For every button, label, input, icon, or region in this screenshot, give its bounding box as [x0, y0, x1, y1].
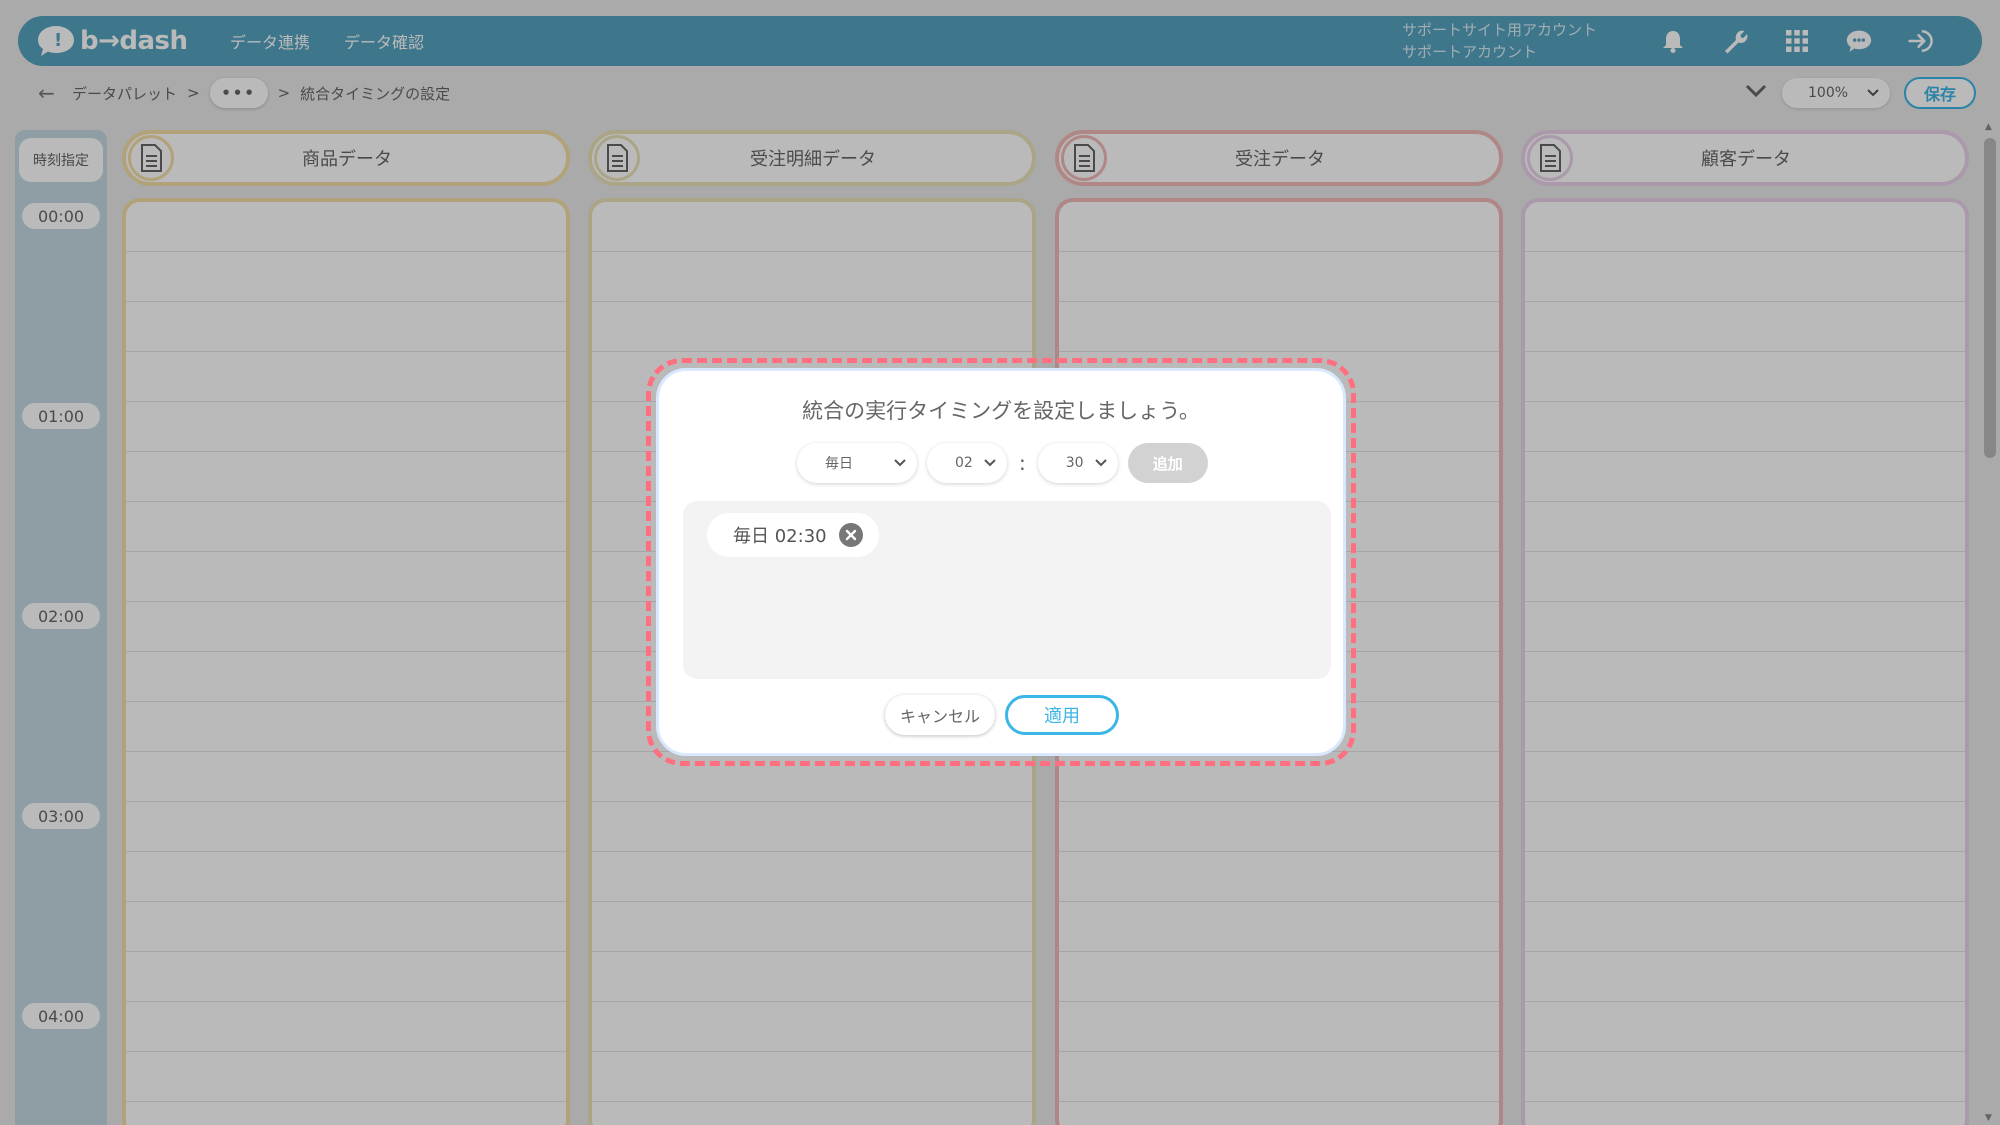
apply-button[interactable]: 適用	[1005, 695, 1119, 735]
modal-footer: キャンセル 適用	[885, 695, 1119, 735]
modal-title: 統合の実行タイミングを設定しましょう。	[802, 399, 1200, 423]
timing-list: 毎日 02:30	[683, 501, 1331, 679]
add-button[interactable]: 追加	[1127, 443, 1208, 483]
timing-chip-label: 毎日 02:30	[733, 526, 827, 547]
frequency-value: 毎日	[825, 456, 853, 472]
chevron-down-icon	[984, 459, 996, 467]
hour-value: 02	[955, 455, 973, 471]
time-colon: :	[1019, 451, 1026, 475]
frequency-select[interactable]: 毎日	[797, 443, 917, 483]
chevron-down-icon	[894, 459, 906, 467]
cancel-button[interactable]: キャンセル	[885, 695, 995, 735]
timing-controls: 毎日 02 : 30 追加	[797, 443, 1208, 483]
remove-chip-icon[interactable]	[838, 523, 863, 547]
hour-select[interactable]: 02	[927, 443, 1007, 483]
timing-modal: 統合の実行タイミングを設定しましょう。 毎日 02 : 30 追加 毎日 02:…	[656, 368, 1346, 756]
chevron-down-icon	[1095, 459, 1107, 467]
timing-chip: 毎日 02:30	[707, 513, 879, 557]
minute-select[interactable]: 30	[1037, 443, 1118, 483]
minute-value: 30	[1065, 455, 1084, 471]
